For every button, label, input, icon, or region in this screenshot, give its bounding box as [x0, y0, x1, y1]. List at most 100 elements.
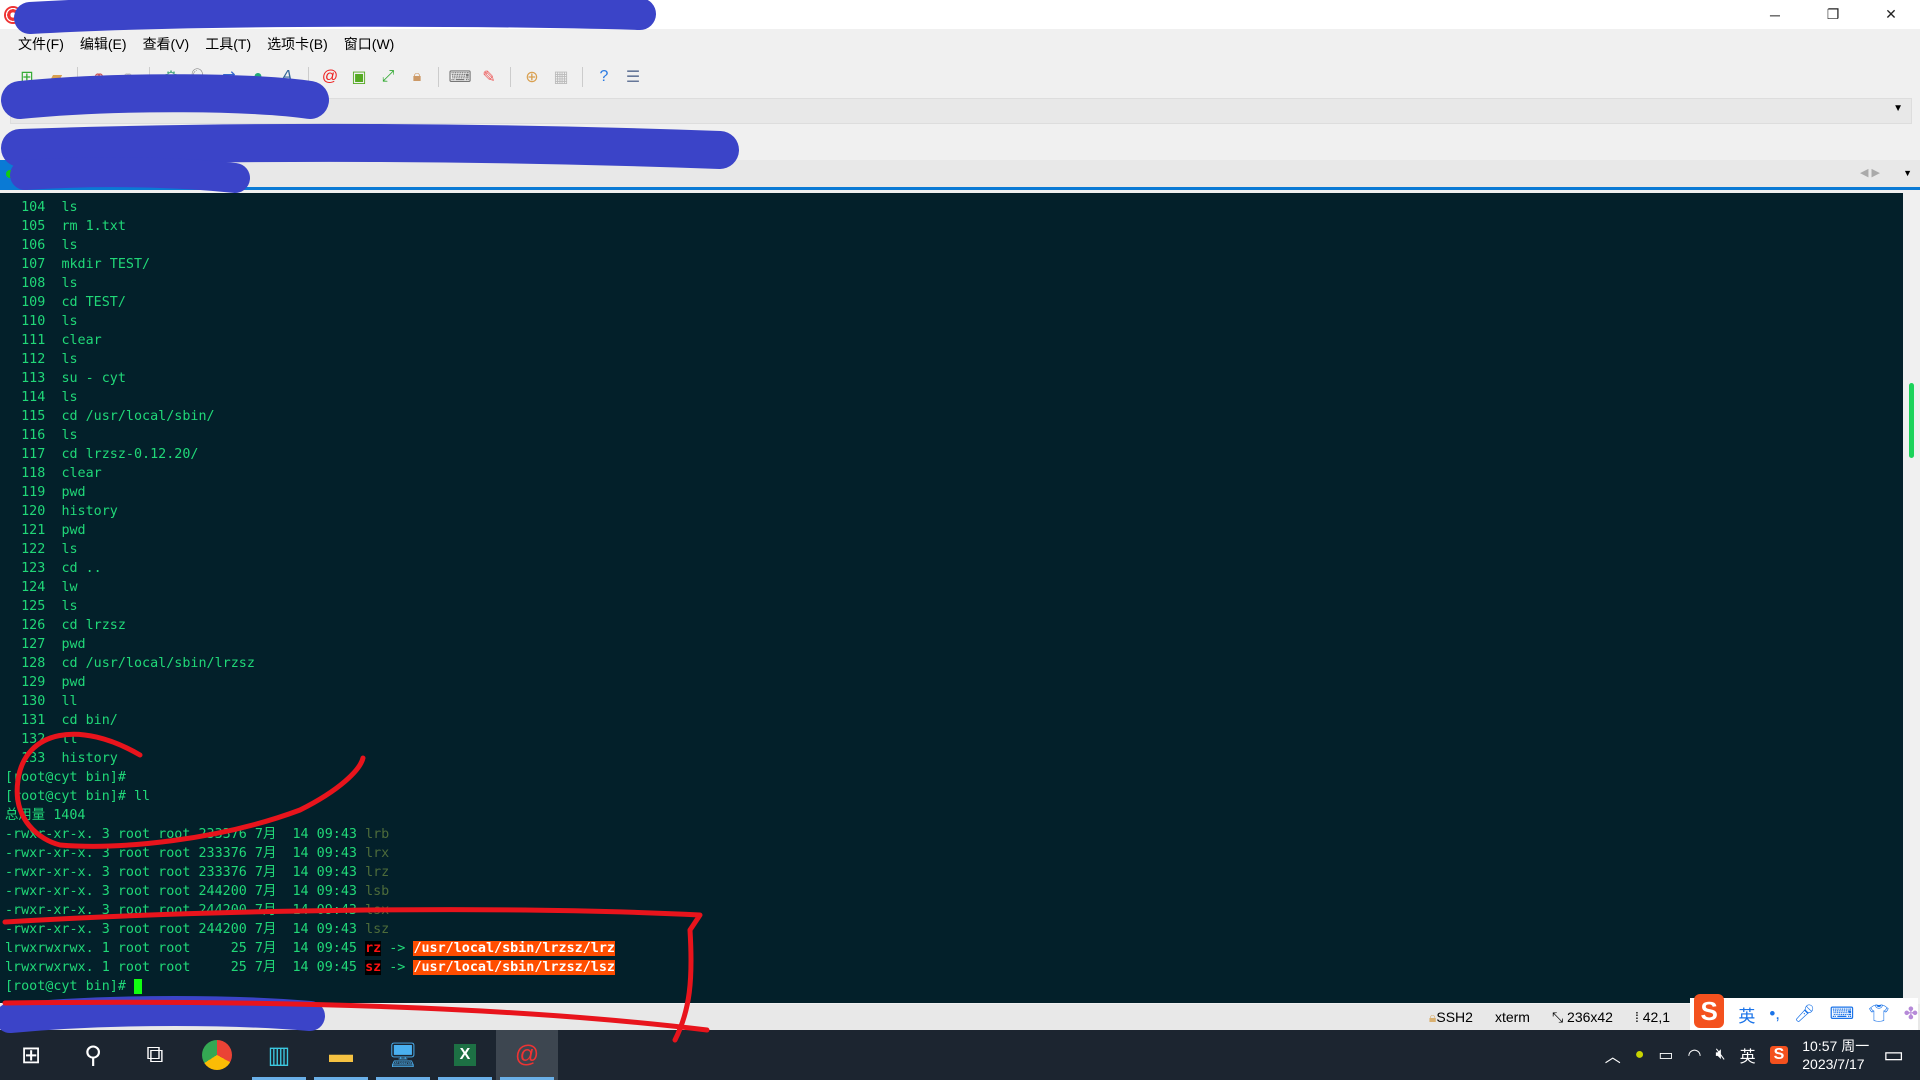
- tab-bar: ◀ ▶ ▼: [0, 160, 1920, 190]
- ime-punctuation[interactable]: •,: [1769, 1004, 1780, 1024]
- microphone-icon[interactable]: 🎤︎: [1794, 1004, 1816, 1024]
- sogou-tray-icon[interactable]: S: [1769, 1046, 1789, 1064]
- history-number: 104: [21, 200, 46, 215]
- history-number: 128: [21, 656, 46, 671]
- xshell-taskbar-icon[interactable]: @: [496, 1030, 558, 1080]
- history-number: 118: [21, 466, 46, 481]
- xshell-icon[interactable]: @: [319, 66, 341, 88]
- history-line: 111 clear: [5, 331, 1903, 350]
- keyboard-icon[interactable]: ⌨: [1830, 1004, 1855, 1024]
- menu-edit[interactable]: 编辑(E): [80, 34, 127, 54]
- history-command: lw: [61, 580, 78, 595]
- layout-icon[interactable]: ▦: [550, 66, 572, 88]
- add-tab-icon[interactable]: ⊕: [521, 66, 543, 88]
- file-name: lsz: [365, 922, 390, 937]
- sogou-logo[interactable]: S: [1694, 994, 1725, 1028]
- font-icon[interactable]: A: [276, 66, 298, 88]
- task-view-icon[interactable]: ⧉: [124, 1030, 186, 1080]
- search-icon[interactable]: ⚲: [62, 1030, 124, 1080]
- file-row: -rwxr-xr-x. 3 root root 244200 7月 14 09:…: [5, 882, 1903, 901]
- chrome-icon[interactable]: [186, 1030, 248, 1080]
- fullscreen-icon[interactable]: ⤢: [377, 66, 399, 88]
- lock-icon[interactable]: 🔒︎: [406, 66, 428, 88]
- toolbox-icon[interactable]: ✤: [1904, 1004, 1918, 1024]
- security-app-icon[interactable]: ●: [1635, 1046, 1645, 1064]
- history-command: su - cyt: [61, 371, 126, 386]
- minimize-button[interactable]: ─: [1746, 0, 1804, 29]
- globe-icon[interactable]: ●: [247, 66, 269, 88]
- history-command: ls: [61, 200, 78, 215]
- tab-scroll-arrows[interactable]: ◀ ▶: [1860, 166, 1880, 179]
- terminal-scrollbar[interactable]: [1903, 193, 1920, 1003]
- menu-file[interactable]: 文件(F): [18, 34, 64, 54]
- menu-window[interactable]: 窗口(W): [344, 34, 395, 54]
- file-name: lrb: [365, 827, 390, 842]
- history-line: 106 ls: [5, 236, 1903, 255]
- skin-icon[interactable]: 👕︎: [1868, 1004, 1890, 1024]
- file-explorer-icon[interactable]: ▬: [310, 1030, 372, 1080]
- file-meta: -rwxr-xr-x. 3 root root 233376 7月 14 09:…: [5, 846, 366, 861]
- history-command: cd lrzsz: [61, 618, 126, 633]
- ime-language[interactable]: 英: [1738, 1002, 1755, 1027]
- server-manager-icon[interactable]: ▥: [248, 1030, 310, 1080]
- maximize-button[interactable]: ❐: [1804, 0, 1862, 29]
- menu-tabs[interactable]: 选项卡(B): [267, 34, 328, 54]
- history-line: 132 ll: [5, 730, 1903, 749]
- terminal-output[interactable]: 104 ls 105 rm 1.txt 106 ls 107 mkdir TES…: [0, 193, 1903, 1003]
- close-button[interactable]: ✕: [1862, 0, 1920, 29]
- history-command: pwd: [61, 523, 86, 538]
- transfer-icon[interactable]: ⇄: [218, 66, 240, 88]
- history-command: ll: [61, 732, 78, 747]
- menu-view[interactable]: 查看(V): [143, 34, 190, 54]
- find-icon[interactable]: 🔍︎: [189, 66, 211, 88]
- highlight-icon[interactable]: ✎: [478, 66, 500, 88]
- keyboard-icon[interactable]: ⌨: [448, 66, 471, 88]
- excel-icon[interactable]: X: [434, 1030, 496, 1080]
- history-line: 121 pwd: [5, 521, 1903, 540]
- new-session-icon[interactable]: ⊞: [16, 66, 38, 88]
- history-line: 125 ls: [5, 597, 1903, 616]
- history-line: 113 su - cyt: [5, 369, 1903, 388]
- start-button[interactable]: ⊞: [0, 1030, 62, 1080]
- history-line: 110 ls: [5, 312, 1903, 331]
- history-command: cd ..: [61, 561, 102, 576]
- history-number: 133: [21, 751, 46, 766]
- wifi-icon[interactable]: ◠: [1688, 1045, 1702, 1065]
- tab-list-chevron-icon[interactable]: ▼: [1903, 168, 1912, 178]
- network-app-icon[interactable]: 🖥︎: [372, 1030, 434, 1080]
- disconnect-icon[interactable]: ⚭: [117, 66, 139, 88]
- symlink-row: lrwxrwxrwx. 1 root root 25 7月 14 09:45 s…: [5, 958, 1903, 977]
- session-tab[interactable]: [0, 160, 183, 187]
- history-number: 107: [21, 257, 46, 272]
- terminal-type: xterm: [1494, 1009, 1530, 1025]
- input-language[interactable]: 英: [1740, 1043, 1756, 1067]
- session-settings-icon[interactable]: ⚙: [160, 66, 182, 88]
- chevron-down-icon[interactable]: ▼: [1893, 103, 1903, 114]
- history-number: 114: [21, 390, 46, 405]
- connect-icon[interactable]: ⚭: [88, 66, 110, 88]
- file-name: lrx: [365, 846, 390, 861]
- separator: [77, 67, 78, 87]
- menu-bar: 文件(F) 编辑(E) 查看(V) 工具(T) 选项卡(B) 窗口(W): [0, 31, 1920, 57]
- history-number: 124: [21, 580, 46, 595]
- terminal-prompt2: [root@cyt bin]# ll: [5, 789, 151, 804]
- history-line: 122 ls: [5, 540, 1903, 559]
- clock[interactable]: 10:57 周一 2023/7/17: [1802, 1037, 1869, 1073]
- chat-icon[interactable]: ☰: [622, 66, 644, 88]
- history-number: 122: [21, 542, 46, 557]
- volume-muted-icon[interactable]: 🔇︎: [1715, 1046, 1725, 1064]
- battery-icon[interactable]: ▭: [1658, 1045, 1673, 1065]
- help-icon[interactable]: ?: [593, 66, 615, 88]
- menu-tools[interactable]: 工具(T): [205, 34, 251, 54]
- history-command: clear: [61, 466, 102, 481]
- notification-icon[interactable]: ▭: [1883, 1042, 1904, 1068]
- file-name: lrz: [365, 865, 390, 880]
- xftp-icon[interactable]: ▣: [348, 66, 370, 88]
- history-number: 110: [21, 314, 46, 329]
- scroll-thumb[interactable]: [1909, 383, 1914, 458]
- history-command: cd lrzsz-0.12.20/: [61, 447, 199, 462]
- open-folder-icon[interactable]: ▰: [45, 66, 67, 88]
- show-hidden-icons-chevron[interactable]: ︿: [1605, 1043, 1621, 1067]
- address-bar[interactable]: ▼: [10, 98, 1912, 124]
- history-number: 126: [21, 618, 46, 633]
